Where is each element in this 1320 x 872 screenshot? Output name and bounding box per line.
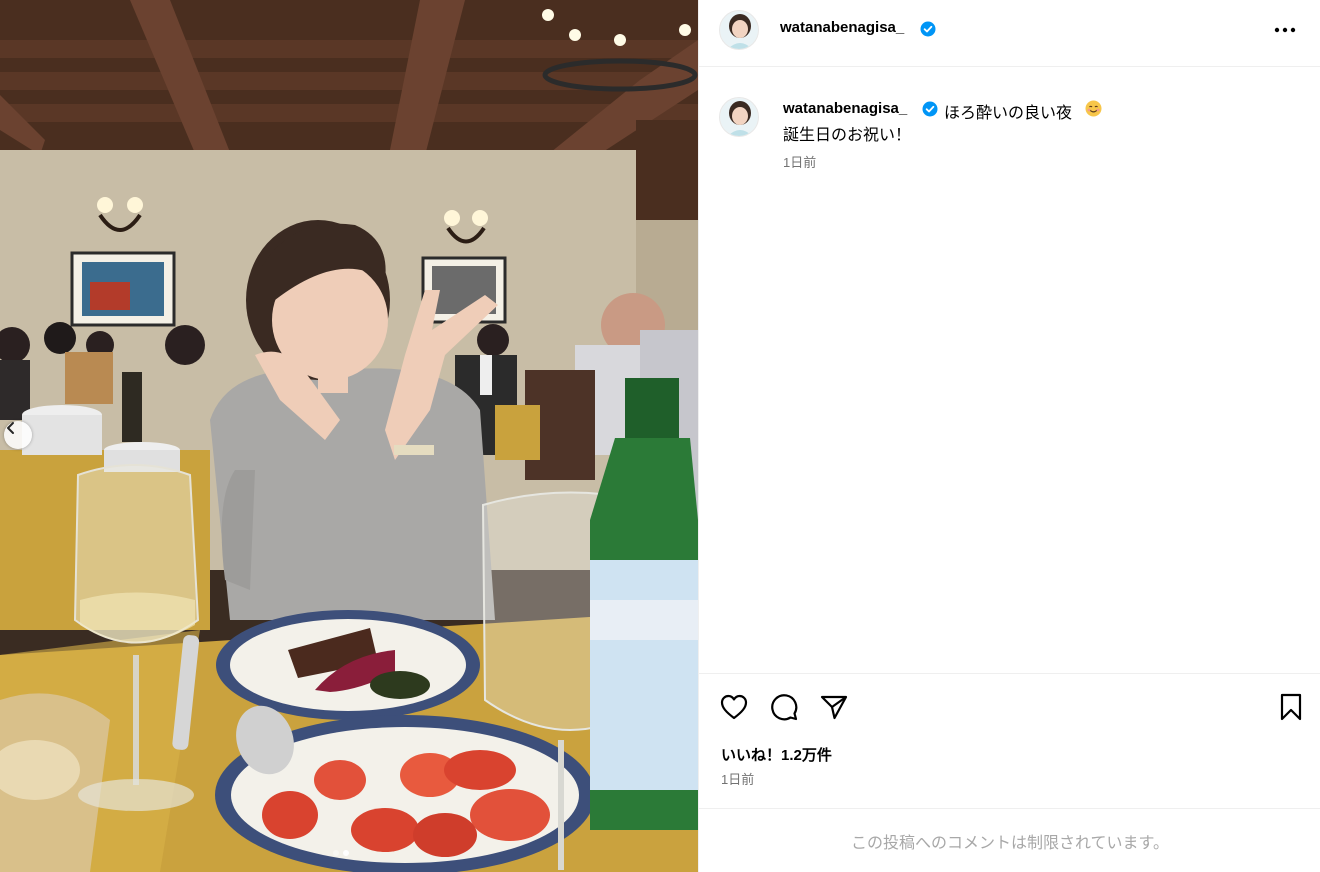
photo-image (0, 0, 698, 872)
avatar-image (720, 11, 758, 49)
bookmark-icon (1280, 693, 1302, 721)
caption-timestamp[interactable]: 1日前 (783, 152, 816, 171)
more-options-button[interactable] (1271, 18, 1299, 42)
post-photo[interactable] (0, 0, 698, 872)
carousel-indicator (333, 850, 349, 856)
comments-disabled-notice: この投稿へのコメントは制限されています。 (699, 808, 1320, 872)
username[interactable]: watanabenagisa_ (780, 19, 904, 36)
smiling-face-emoji-icon (1085, 100, 1102, 117)
caption-text: ほろ酔いの良い夜 (944, 105, 1073, 122)
post-timestamp[interactable]: 1日前 (721, 769, 754, 788)
avatar-image (720, 98, 758, 136)
caption-line-2: 誕生日のお祝い！ (783, 127, 912, 144)
avatar[interactable] (719, 10, 759, 50)
share-icon (820, 695, 848, 720)
carousel-prev-button[interactable] (4, 421, 32, 449)
verified-badge-icon (920, 21, 936, 37)
caption-username[interactable]: watanabenagisa_ (783, 100, 907, 117)
post-header: watanabenagisa_ (699, 0, 1320, 67)
like-count[interactable]: いいね！1.2万件 (721, 744, 832, 765)
more-options-icon (1274, 27, 1296, 33)
post-side-panel: watanabenagisa_ watanabenagisa_ ほろ酔いの良い夜 (698, 0, 1320, 872)
post-actions: いいね！1.2万件 1日前 (699, 673, 1320, 808)
carousel-dot (333, 850, 339, 856)
comment-icon (771, 694, 798, 721)
chevron-left-icon (7, 422, 14, 434)
heart-icon (720, 694, 748, 720)
caption-avatar[interactable] (719, 97, 759, 137)
comment-button[interactable] (768, 691, 800, 723)
share-button[interactable] (818, 691, 850, 723)
save-button[interactable] (1275, 691, 1307, 723)
like-button[interactable] (718, 691, 750, 723)
verified-badge-icon (922, 101, 938, 117)
carousel-dot-active (343, 850, 349, 856)
